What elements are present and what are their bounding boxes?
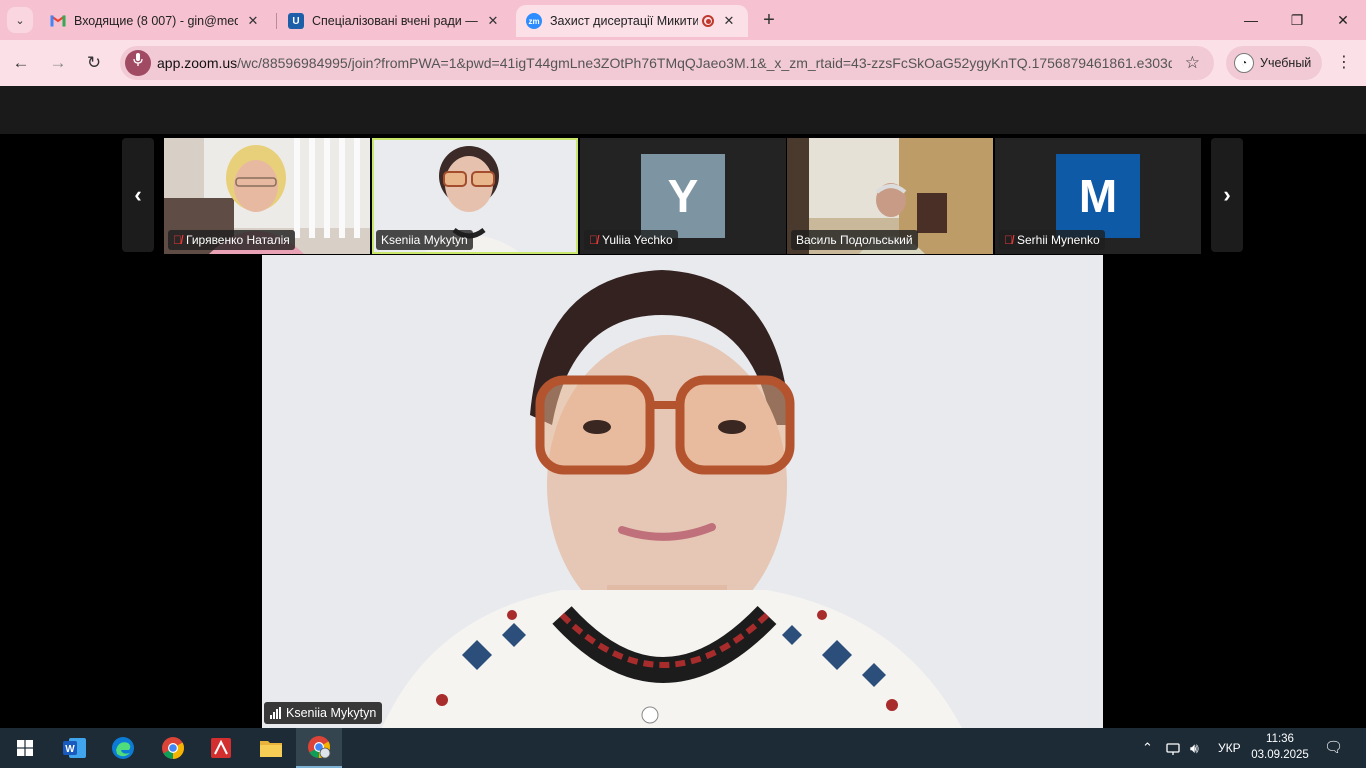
participant-tile[interactable]: M 🎙̸ Serhii Mynenko (995, 138, 1201, 254)
address-bar[interactable]: app.zoom.us/wc/88596984995/join?fromPWA=… (120, 46, 1214, 80)
windows-logo-icon (17, 740, 33, 756)
volume-icon[interactable]: 🔊︎ (1190, 728, 1199, 768)
browser-menu-icon[interactable]: ⋮ (1334, 50, 1354, 76)
url-path: /wc/88596984995/join?fromPWA=1&pwd=41igT… (237, 55, 1172, 71)
notifications-icon[interactable]: 🗨︎ (1324, 728, 1343, 768)
profile-label: Учебный (1260, 56, 1312, 70)
url-host: app.zoom.us (157, 55, 238, 71)
previous-page-icon[interactable]: ‹ (122, 138, 154, 252)
profile-avatar-icon: ◔ (1234, 53, 1254, 73)
pdf-reader-icon (211, 738, 231, 758)
pdf-reader-taskbar-button[interactable] (198, 728, 244, 768)
microphone-permission-icon[interactable] (125, 50, 151, 76)
word-taskbar-button[interactable]: W (52, 728, 98, 768)
tab-zoom-meeting[interactable]: zm Захист дисертації Микитин ✕ (516, 5, 748, 37)
mic-muted-icon: 🎙̸ (589, 233, 598, 247)
restore-icon[interactable]: ❐ (1274, 0, 1320, 40)
mic-muted-icon: 🎙̸ (1004, 233, 1013, 247)
forward-icon[interactable]: → (45, 50, 71, 76)
tab-councils[interactable]: U Спеціалізовані вчені ради — О ✕ (278, 5, 512, 37)
participant-name: Serhii Mynenko (1017, 233, 1100, 247)
close-window-icon[interactable]: ✕ (1320, 0, 1366, 40)
participant-name-label: 🎙̸ Гирявенко Наталія (168, 230, 295, 250)
tab-gmail[interactable]: Входящие (8 007) - gin@med.s ✕ (40, 5, 272, 37)
chrome-taskbar-button[interactable] (150, 728, 196, 768)
zoom-icon: zm (526, 13, 542, 29)
avatar-initial: M (1056, 154, 1140, 238)
clock-date: 03.09.2025 (1251, 749, 1309, 761)
close-tab-icon[interactable]: ✕ (484, 12, 502, 30)
file-explorer-taskbar-button[interactable] (248, 728, 294, 768)
gmail-icon (50, 13, 66, 29)
recording-icon (702, 15, 714, 27)
participant-name-label: 🎙̸ Serhii Mynenko (999, 230, 1105, 250)
active-speaker-name: Kseniia Mykytyn (286, 706, 377, 720)
participant-name: Гирявенко Наталія (186, 233, 290, 247)
bookmark-star-icon[interactable]: ☆ (1185, 46, 1200, 80)
next-page-icon[interactable]: › (1211, 138, 1243, 252)
start-button[interactable] (2, 728, 48, 768)
participant-name: Yuliia Yechko (602, 233, 673, 247)
minimize-icon[interactable]: — (1228, 0, 1274, 40)
participant-name: Kseniia Mykytyn (381, 233, 468, 247)
participant-name-label: 🎙̸ Yuliia Yechko (584, 230, 678, 250)
connection-signal-icon (270, 707, 281, 719)
taskbar-clock[interactable]: 11:36 03.09.2025 (1248, 731, 1312, 763)
back-icon[interactable]: ← (8, 50, 34, 76)
participant-tile[interactable]: Y 🎙̸ Yuliia Yechko (580, 138, 786, 254)
word-icon: W (63, 738, 86, 758)
participant-name-label: Kseniia Mykytyn (376, 230, 473, 250)
url-text[interactable]: app.zoom.us/wc/88596984995/join?fromPWA=… (157, 46, 1172, 80)
meeting-top-bar (0, 86, 1366, 134)
language-indicator[interactable]: УКР (1218, 728, 1241, 768)
edge-icon (112, 737, 134, 759)
avatar-initial: Y (641, 154, 725, 238)
tab-search-icon[interactable]: ⌄ (7, 7, 33, 33)
chrome-profile-icon (308, 736, 331, 759)
participant-tile[interactable]: Василь Подольський (787, 138, 993, 254)
chrome-profile-taskbar-button[interactable] (296, 728, 342, 768)
clock-time: 11:36 (1266, 733, 1294, 745)
folder-icon (260, 741, 282, 757)
participant-tile[interactable]: 🎙̸ Гирявенко Наталія (164, 138, 370, 254)
active-speaker-name-label: Kseniia Mykytyn (264, 702, 383, 724)
network-icon[interactable] (1166, 728, 1180, 768)
participant-tile-active-speaker[interactable]: Kseniia Mykytyn (372, 138, 578, 254)
tab-title: Входящие (8 007) - gin@med.s (74, 14, 238, 28)
profile-button[interactable]: ◔ Учебный (1226, 46, 1322, 80)
mic-muted-icon: 🎙̸ (173, 233, 182, 247)
participant-name: Василь Подольський (796, 233, 913, 247)
speaker-video-frame (262, 255, 1103, 728)
active-speaker-video[interactable] (262, 255, 1103, 728)
tab-divider (276, 13, 277, 29)
browser-tab-strip: ⌄ Входящие (8 007) - gin@med.s ✕ U Спеці… (0, 0, 1366, 40)
close-tab-icon[interactable]: ✕ (720, 12, 738, 30)
show-hidden-icons-icon[interactable]: ⌃ (1142, 728, 1153, 768)
chrome-icon (162, 737, 184, 759)
browser-toolbar: ← → ↻ app.zoom.us/wc/88596984995/join?fr… (0, 40, 1366, 86)
new-tab-button[interactable]: + (758, 9, 780, 31)
participant-name-label: Василь Подольський (791, 230, 918, 250)
svg-text:W: W (65, 744, 75, 755)
u-site-icon: U (288, 13, 304, 29)
reload-icon[interactable]: ↻ (81, 50, 107, 76)
windows-taskbar: W ⌃ 🔊︎ УКР 11:36 03.09.2025 🗨︎ (0, 728, 1366, 768)
tab-title: Спеціалізовані вчені ради — О (312, 14, 478, 28)
close-tab-icon[interactable]: ✕ (244, 12, 262, 30)
edge-taskbar-button[interactable] (100, 728, 146, 768)
tab-title: Захист дисертації Микитин (550, 14, 698, 28)
